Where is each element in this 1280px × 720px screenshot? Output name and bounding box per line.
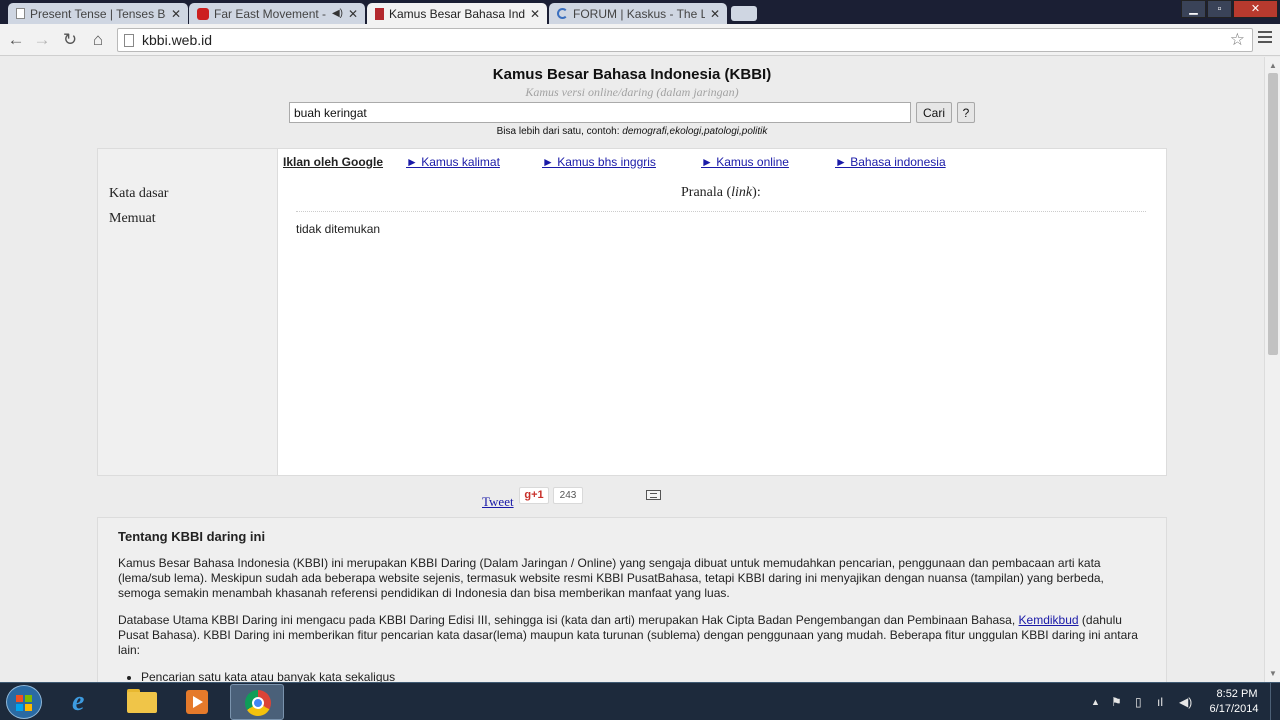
ad-link-kamus-bhs-inggris[interactable]: ► Kamus bhs inggris <box>542 155 656 169</box>
tab-present-tense[interactable]: Present Tense | Tenses Bal ✕ <box>8 3 188 24</box>
maximize-button[interactable]: ▫ <box>1207 0 1232 18</box>
show-hidden-icons-arrow-icon[interactable]: ▲ <box>1091 697 1100 707</box>
feature-list: Pencarian satu kata atau banyak kata sek… <box>141 670 395 682</box>
close-icon[interactable]: ✕ <box>170 7 182 21</box>
about-paragraph-1: Kamus Besar Bahasa Indonesia (KBBI) ini … <box>118 556 1104 600</box>
volume-icon[interactable]: ◀) <box>1179 695 1192 709</box>
memuat-label[interactable]: Memuat <box>109 211 156 227</box>
tab-title: Kamus Besar Bahasa Indo <box>389 6 525 21</box>
tab-kaskus[interactable]: FORUM | Kaskus - The Lar ✕ <box>549 3 727 24</box>
page-title: Kamus Besar Bahasa Indonesia (KBBI) <box>492 66 772 83</box>
forward-arrow-icon[interactable]: → <box>32 30 52 50</box>
result-panel: Kata dasar Memuat Iklan oleh Google ► Ka… <box>97 148 1167 476</box>
minimize-button[interactable]: ▁ <box>1181 0 1206 18</box>
scroll-down-arrow-icon[interactable]: ▼ <box>1269 669 1277 678</box>
hint-examples: demografi,ekologi,patologi,politik <box>622 126 768 137</box>
page-icon <box>124 34 134 47</box>
windows-logo-yellow <box>25 704 32 711</box>
search-input[interactable] <box>289 102 911 123</box>
browser-toolbar: ← → ↻ ⌂ kbbi.web.id ☆ <box>0 24 1280 56</box>
pranala-prefix: Pranala ( <box>681 185 732 200</box>
tweet-link[interactable]: Tweet <box>482 494 514 510</box>
tab-title: Far East Movement - R <box>214 6 329 21</box>
battery-icon[interactable]: ▯ <box>1135 695 1142 709</box>
star-icon[interactable]: ☆ <box>1230 30 1245 50</box>
back-arrow-icon[interactable]: ← <box>6 30 26 50</box>
internet-explorer-icon[interactable]: e <box>59 684 113 720</box>
clock-time[interactable]: 8:52 PM <box>1207 688 1267 700</box>
list-item: Pencarian satu kata atau banyak kata sek… <box>141 670 395 682</box>
media-player-icon[interactable] <box>170 684 224 720</box>
scroll-up-arrow-icon[interactable]: ▲ <box>1269 61 1277 70</box>
chrome-icon[interactable] <box>230 684 284 720</box>
pranala-suffix: ): <box>752 185 761 200</box>
start-button[interactable] <box>6 685 42 719</box>
close-icon[interactable]: ✕ <box>347 7 359 21</box>
url-text: kbbi.web.id <box>142 32 213 48</box>
book-icon <box>375 7 384 20</box>
about-paragraph-2: Database Utama KBBI Daring ini mengacu p… <box>118 613 1148 658</box>
pranala-link-word: link <box>731 185 753 200</box>
home-icon[interactable]: ⌂ <box>88 30 108 50</box>
help-button[interactable]: ? <box>957 102 975 123</box>
kemdikbud-link[interactable]: Kemdikbud <box>1019 613 1079 627</box>
google-plus-count: 243 <box>553 487 583 504</box>
file-explorer-icon[interactable] <box>114 684 168 720</box>
new-tab-button[interactable] <box>731 6 757 21</box>
action-center-flag-icon[interactable]: ⚑ <box>1111 695 1122 709</box>
loading-icon <box>557 8 568 19</box>
windows-logo-red <box>16 695 23 702</box>
about-heading: Tentang KBBI daring ini <box>118 529 266 544</box>
ad-link-kamus-kalimat[interactable]: ► Kamus kalimat <box>406 155 500 169</box>
show-desktop-button[interactable] <box>1270 683 1280 720</box>
ad-link-bahasa-indonesia[interactable]: ► Bahasa indonesia <box>835 155 946 169</box>
youtube-icon <box>197 7 209 20</box>
pranala-heading: Pranala (link): <box>681 185 761 201</box>
about-section: Tentang KBBI daring ini Kamus Besar Baha… <box>97 517 1167 682</box>
close-icon[interactable]: ✕ <box>709 7 721 21</box>
close-icon[interactable]: ✕ <box>529 7 541 21</box>
ads-by-google-link[interactable]: Iklan oleh Google <box>283 155 383 169</box>
windows-logo-green <box>25 695 32 702</box>
hint-prefix: Bisa lebih dari satu, contoh: <box>496 126 623 137</box>
share-icon[interactable] <box>646 490 661 500</box>
tab-strip: Present Tense | Tenses Bal ✕ Far East Mo… <box>0 0 1280 24</box>
not-found-message: tidak ditemukan <box>296 222 381 236</box>
search-hint: Bisa lebih dari satu, contoh: demografi,… <box>0 126 1264 137</box>
page-subtitle: Kamus versi online/daring (dalam jaringa… <box>525 85 739 99</box>
vertical-scrollbar[interactable]: ▲ ▼ <box>1264 57 1280 682</box>
kata-dasar-label[interactable]: Kata dasar <box>109 186 168 202</box>
ad-link-kamus-online[interactable]: ► Kamus online <box>701 155 789 169</box>
page-viewport: Kamus Besar Bahasa Indonesia (KBBI) Kamu… <box>0 57 1264 682</box>
speaker-icon: ◀) <box>331 8 343 19</box>
close-window-button[interactable]: ✕ <box>1233 0 1278 18</box>
windows-logo-blue <box>16 704 23 711</box>
search-button[interactable]: Cari <box>916 102 952 123</box>
tab-title: FORUM | Kaskus - The Lar <box>573 6 705 21</box>
result-sidebar: Kata dasar Memuat <box>98 149 278 475</box>
tab-far-east-movement[interactable]: Far East Movement - R ◀) ✕ <box>189 3 365 24</box>
reload-icon[interactable]: ↻ <box>60 30 80 50</box>
scrollbar-thumb[interactable] <box>1268 73 1278 355</box>
about-p2-before: Database Utama KBBI Daring ini mengacu p… <box>118 613 1019 627</box>
page-icon <box>16 8 25 19</box>
address-bar[interactable]: kbbi.web.id ☆ <box>117 28 1253 52</box>
clock-date[interactable]: 6/17/2014 <box>1201 703 1267 715</box>
tab-title: Present Tense | Tenses Bal <box>30 6 166 21</box>
taskbar: e ▲ ⚑ ▯ ıl ◀) 8:52 PM 6/17/2014 <box>0 682 1280 720</box>
divider <box>296 211 1146 212</box>
google-plus-button[interactable]: g+1 <box>519 487 549 504</box>
menu-icon[interactable] <box>1258 31 1272 45</box>
tab-kbbi[interactable]: Kamus Besar Bahasa Indo ✕ <box>367 3 547 24</box>
network-signal-icon[interactable]: ıl <box>1157 695 1163 709</box>
